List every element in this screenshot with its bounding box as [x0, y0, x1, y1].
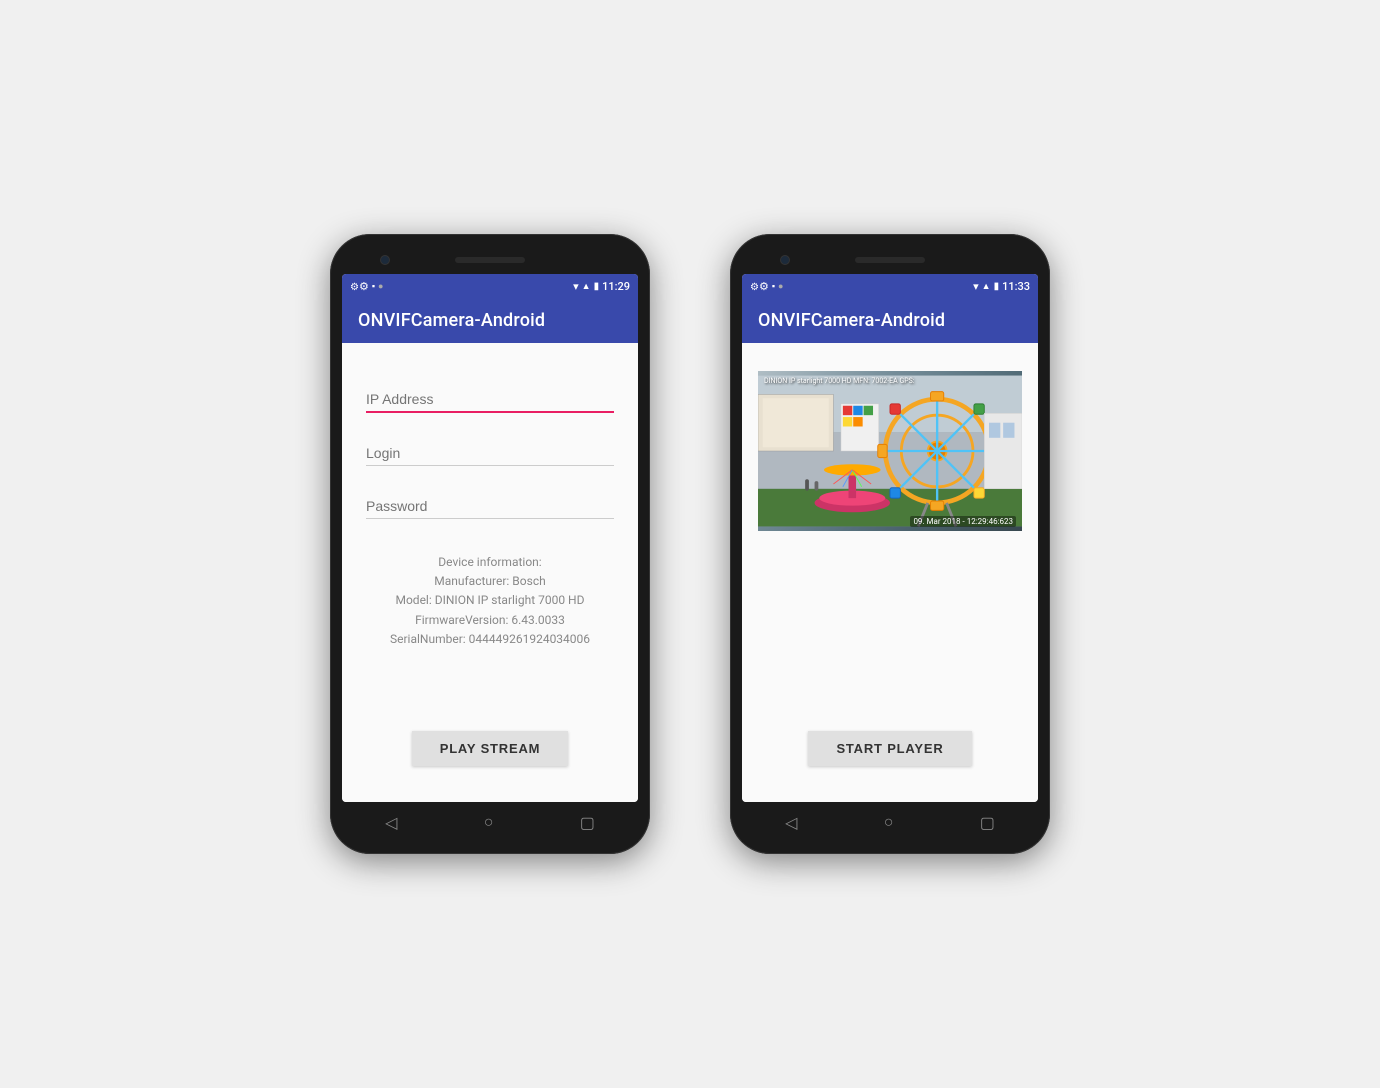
signal-bars-1: ▲	[582, 281, 591, 292]
phone-1-screen: ⚙ ▪ ● ▾ ▲ ▮ 11:29 ONVIFCamera-Android	[342, 274, 638, 802]
sim-icon-2: ▪	[772, 281, 775, 292]
status-right-icons-1: ▾ ▲ ▮ 11:29	[573, 280, 630, 293]
phone-2-screen: ⚙ ▪ ● ▾ ▲ ▮ 11:33 ONVIFCamera-Android	[742, 274, 1038, 802]
nav-back-1[interactable]: ◁	[385, 813, 397, 832]
login-input[interactable]	[366, 437, 614, 466]
play-stream-container: PLAY STREAM	[366, 731, 614, 782]
circle-icon-2: ●	[778, 281, 783, 292]
phone-1: ⚙ ▪ ● ▾ ▲ ▮ 11:29 ONVIFCamera-Android	[330, 234, 650, 854]
wifi-icon-2: ▾	[973, 280, 979, 293]
sim-icon-1: ▪	[372, 281, 375, 292]
app-bar-2: ONVIFCamera-Android	[742, 298, 1038, 343]
signal-bars-2: ▲	[982, 281, 991, 292]
screen-content-1: Device information: Manufacturer: Bosch …	[342, 343, 638, 802]
phone-1-top	[342, 246, 638, 274]
phone-2: ⚙ ▪ ● ▾ ▲ ▮ 11:33 ONVIFCamera-Android	[730, 234, 1050, 854]
phone-2-top	[742, 246, 1038, 274]
device-info-block: Device information: Manufacturer: Bosch …	[366, 553, 614, 649]
play-stream-button[interactable]: PLAY STREAM	[412, 731, 569, 766]
nav-recents-1[interactable]: ▢	[580, 813, 595, 832]
password-input[interactable]	[366, 490, 614, 519]
login-group	[366, 437, 614, 466]
front-camera-2	[780, 255, 790, 265]
battery-icon-1: ▮	[594, 281, 600, 292]
wifi-icon-1: ▾	[573, 280, 579, 293]
status-bar-2: ⚙ ▪ ● ▾ ▲ ▮ 11:33	[742, 274, 1038, 298]
app-title-2: ONVIFCamera-Android	[758, 310, 1022, 331]
manufacturer-label: Manufacturer: Bosch	[366, 572, 614, 591]
gear-icon-2: ⚙	[750, 280, 769, 293]
camera-overlay-text: DINION IP starlight 7000 HD MFN: 7002-EA…	[764, 377, 915, 386]
device-info-label: Device information:	[366, 553, 614, 572]
status-time-2: 11:33	[1002, 280, 1030, 293]
bottom-nav-1: ◁ ○ ▢	[342, 802, 638, 842]
bottom-nav-2: ◁ ○ ▢	[742, 802, 1038, 842]
nav-back-2[interactable]: ◁	[785, 813, 797, 832]
camera-scene-svg	[758, 371, 1022, 531]
start-player-button[interactable]: START PLAYER	[808, 731, 971, 766]
circle-icon-1: ●	[378, 281, 383, 292]
start-player-container: START PLAYER	[758, 731, 1022, 786]
phone-1-body: ⚙ ▪ ● ▾ ▲ ▮ 11:29 ONVIFCamera-Android	[330, 234, 650, 854]
firmware-label: FirmwareVersion: 6.43.0033	[366, 611, 614, 630]
speaker-2	[855, 257, 925, 263]
front-camera-1	[380, 255, 390, 265]
gear-icon-1: ⚙	[350, 280, 369, 293]
phone-2-body: ⚙ ▪ ● ▾ ▲ ▮ 11:33 ONVIFCamera-Android	[730, 234, 1050, 854]
camera-timestamp: 09. Mar 2018 - 12:29:46:623	[910, 516, 1016, 527]
ip-address-group	[366, 383, 614, 413]
battery-icon-2: ▮	[994, 281, 1000, 292]
status-right-icons-2: ▾ ▲ ▮ 11:33	[973, 280, 1030, 293]
password-group	[366, 490, 614, 519]
model-label: Model: DINION IP starlight 7000 HD	[366, 591, 614, 610]
screen-content-2: DINION IP starlight 7000 HD MFN: 7002-EA…	[742, 343, 1038, 802]
nav-recents-2[interactable]: ▢	[980, 813, 995, 832]
speaker-1	[455, 257, 525, 263]
ip-address-input[interactable]	[366, 383, 614, 413]
serial-label: SerialNumber: 044449261924034006	[366, 630, 614, 649]
status-time-1: 11:29	[602, 280, 630, 293]
nav-home-1[interactable]: ○	[484, 812, 494, 832]
status-left-icons-1: ⚙ ▪ ●	[350, 280, 383, 293]
app-title-1: ONVIFCamera-Android	[358, 310, 622, 331]
status-bar-1: ⚙ ▪ ● ▾ ▲ ▮ 11:29	[342, 274, 638, 298]
camera-feed: DINION IP starlight 7000 HD MFN: 7002-EA…	[758, 371, 1022, 531]
app-bar-1: ONVIFCamera-Android	[342, 298, 638, 343]
camera-feed-inner: DINION IP starlight 7000 HD MFN: 7002-EA…	[758, 371, 1022, 531]
status-left-icons-2: ⚙ ▪ ●	[750, 280, 783, 293]
nav-home-2[interactable]: ○	[884, 812, 894, 832]
